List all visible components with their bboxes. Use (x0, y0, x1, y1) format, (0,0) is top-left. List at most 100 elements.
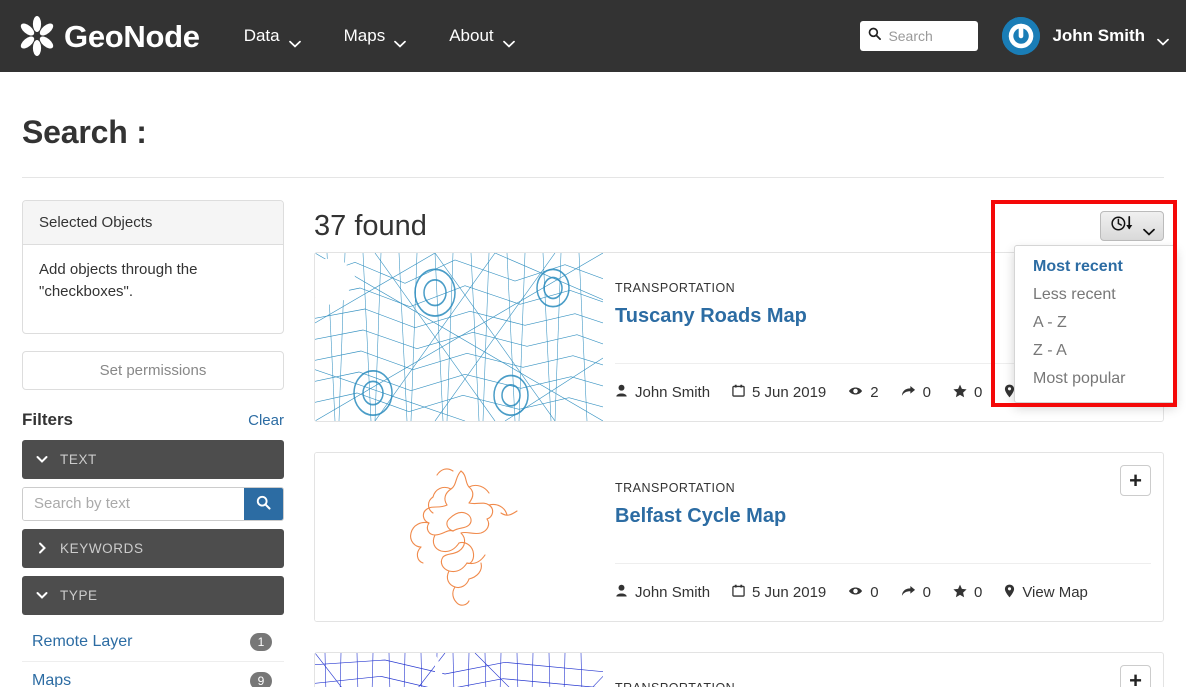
share-arrow-icon (901, 584, 916, 601)
result-date: 5 Jun 2019 (732, 584, 826, 601)
result-view-map-label: View Map (1022, 584, 1088, 601)
result-title[interactable]: Belfast Cycle Map (615, 505, 1163, 528)
user-menu[interactable]: John Smith (1002, 17, 1169, 55)
share-arrow-icon (901, 384, 916, 401)
facet-maps[interactable]: Maps 9 (22, 662, 284, 687)
filter-group-text-label: TEXT (60, 451, 97, 467)
sort-dropdown-button[interactable] (1100, 211, 1164, 241)
location-pin-icon (1004, 584, 1015, 602)
selected-objects-panel: Selected Objects Add objects through the… (22, 200, 284, 334)
sort-option-most-recent[interactable]: Most recent (1015, 253, 1175, 281)
chevron-right-icon (36, 542, 48, 554)
result-owner: John Smith (615, 584, 710, 601)
text-filter-box (22, 486, 284, 521)
result-date-label: 5 Jun 2019 (752, 584, 827, 601)
nav-item-data[interactable]: Data (222, 26, 322, 48)
sparse-orange-cycle-thumbnail (315, 465, 603, 609)
facet-label: Remote Layer (32, 632, 133, 650)
result-thumbnail (315, 453, 603, 621)
facet-label: Maps (32, 671, 72, 687)
results-column: 37 found Most recent Less recent A - Z Z… (314, 200, 1177, 687)
navbar-right: John Smith (860, 17, 1169, 55)
search-icon (256, 495, 271, 513)
nav-item-data-label: Data (243, 26, 280, 45)
sort-option-most-popular[interactable]: Most popular (1015, 365, 1175, 393)
eye-icon (848, 384, 863, 401)
filter-group-keywords-label: KEYWORDS (60, 540, 144, 556)
result-stars-count: 0 (973, 584, 983, 601)
power-avatar-icon (1002, 17, 1041, 55)
brand-logo[interactable]: GeoNode (16, 15, 200, 57)
result-owner: John Smith (615, 384, 710, 401)
chevron-down-icon (288, 33, 301, 48)
result-shares-count: 0 (922, 384, 931, 401)
sort-option-a-z[interactable]: A - Z (1015, 309, 1175, 337)
sort-option-less-recent[interactable]: Less recent (1015, 281, 1175, 309)
chevron-down-icon (1157, 33, 1169, 46)
result-shares: 0 (901, 584, 931, 601)
result-card[interactable]: TRANSPORTATION + (314, 652, 1164, 687)
result-card[interactable]: TRANSPORTATION Belfast Cycle Map John Sm… (314, 452, 1164, 622)
clear-filters-link[interactable]: Clear (248, 412, 284, 429)
facet-count-badge: 9 (250, 671, 272, 687)
top-navbar: GeoNode Data Maps About Search John Smit… (0, 0, 1186, 72)
result-stars-count: 0 (973, 384, 983, 401)
chevron-down-icon (394, 33, 407, 48)
content-area: Selected Objects Add objects through the… (22, 178, 1177, 687)
result-date-label: 5 Jun 2019 (752, 384, 827, 401)
results-count: 37 found (314, 209, 427, 242)
page-title: Search : (22, 114, 147, 150)
text-filter-input[interactable] (23, 487, 244, 520)
result-owner-label: John Smith (635, 584, 711, 601)
filters-header-row: Filters Clear (22, 410, 284, 430)
filter-group-keywords[interactable]: KEYWORDS (22, 528, 284, 568)
add-to-selection-button[interactable]: + (1120, 665, 1151, 687)
nav-item-about-label: About (449, 26, 494, 45)
result-views-count: 0 (870, 584, 879, 601)
clock-sort-icon (1110, 215, 1140, 237)
result-thumbnail (315, 253, 603, 421)
result-view-map[interactable]: View Map (1004, 584, 1088, 602)
filters-sidebar: Selected Objects Add objects through the… (22, 200, 284, 687)
sort-option-z-a[interactable]: Z - A (1015, 337, 1175, 365)
sort-control: Most recent Less recent A - Z Z - A Most… (1014, 211, 1176, 403)
result-owner-label: John Smith (635, 384, 711, 401)
filters-title: Filters (22, 409, 74, 429)
chevron-down-icon (502, 33, 515, 48)
nav-item-about[interactable]: About (427, 26, 535, 48)
result-views: 0 (848, 584, 879, 601)
result-date: 5 Jun 2019 (732, 384, 826, 401)
result-thumbnail (315, 653, 603, 687)
result-views-count: 2 (870, 384, 879, 401)
selected-objects-body: Add objects through the "checkboxes". (39, 261, 198, 300)
user-name-label: John Smith (1052, 26, 1145, 45)
text-filter-search-button[interactable] (244, 487, 283, 520)
add-to-selection-button[interactable]: + (1120, 465, 1151, 496)
calendar-icon (732, 384, 745, 401)
filter-group-type[interactable]: TYPE (22, 575, 284, 615)
user-icon (615, 584, 628, 601)
global-search-box[interactable] (860, 21, 979, 51)
star-icon (953, 584, 967, 602)
dense-darkblue-city-thumbnail (315, 653, 603, 687)
search-icon (868, 27, 882, 45)
nav-item-maps[interactable]: Maps (322, 26, 428, 48)
eye-icon (848, 584, 863, 601)
result-shares: 0 (901, 384, 931, 401)
chevron-down-icon (36, 453, 48, 465)
calendar-icon (732, 584, 745, 601)
result-stars: 0 (953, 584, 982, 602)
facet-remote-layer[interactable]: Remote Layer 1 (22, 623, 284, 662)
result-stars: 0 (953, 384, 982, 402)
primary-nav: Data Maps About (222, 26, 536, 48)
result-body: TRANSPORTATION (603, 653, 1163, 687)
set-permissions-button[interactable]: Set permissions (22, 350, 284, 390)
filter-group-type-label: TYPE (60, 587, 98, 603)
global-search-input[interactable] (888, 28, 971, 44)
result-body: TRANSPORTATION Belfast Cycle Map John Sm… (603, 453, 1163, 621)
result-views: 2 (848, 384, 879, 401)
result-category: TRANSPORTATION (615, 681, 1163, 687)
geonode-flower-logo-icon (16, 15, 58, 57)
filter-group-text[interactable]: TEXT (22, 439, 284, 479)
user-icon (615, 384, 628, 401)
